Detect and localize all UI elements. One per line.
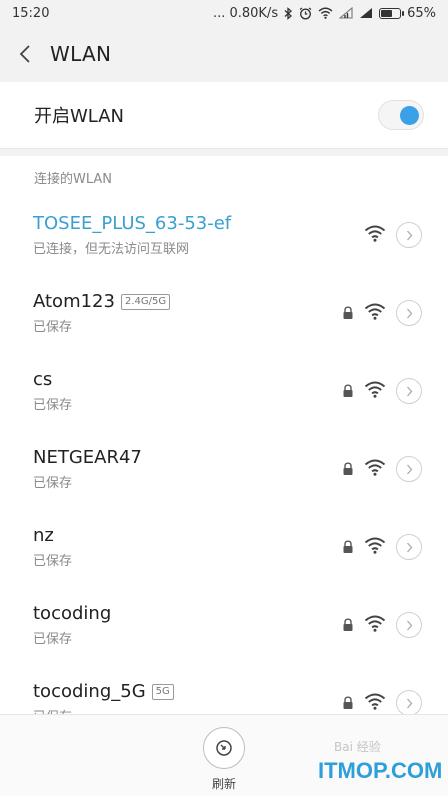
page-title: WLAN xyxy=(50,42,112,66)
wlan-toggle-switch[interactable] xyxy=(378,100,424,130)
lock-icon xyxy=(342,384,354,398)
status-icons: ... 0.80K/s 65% xyxy=(213,6,436,21)
wifi-signal-icon xyxy=(364,537,386,558)
chevron-left-icon xyxy=(19,45,30,63)
network-name: tocoding_5G xyxy=(33,681,146,702)
network-texts: nz 已保存 xyxy=(33,525,342,569)
network-item-0[interactable]: TOSEE_PLUS_63-53-ef 已连接，但无法访问互联网 xyxy=(0,196,448,274)
network-name-row: nz xyxy=(33,525,342,546)
network-details-button[interactable] xyxy=(396,612,422,638)
network-icons xyxy=(342,690,422,716)
network-texts: NETGEAR47 已保存 xyxy=(33,447,342,491)
refresh-button[interactable]: 刷新 xyxy=(201,727,247,792)
back-button[interactable] xyxy=(0,26,50,82)
network-texts: Atom123 2.4G/5G 已保存 xyxy=(33,291,342,335)
lock-icon xyxy=(342,540,354,554)
chevron-right-icon xyxy=(406,698,412,708)
network-name-row: tocoding_5G 5G xyxy=(33,681,342,702)
network-item-1[interactable]: Atom123 2.4G/5G 已保存 xyxy=(0,274,448,352)
network-details-button[interactable] xyxy=(396,534,422,560)
status-time: 15:20 xyxy=(12,5,50,21)
network-name: nz xyxy=(33,525,54,546)
chevron-right-icon xyxy=(406,308,412,318)
network-icons xyxy=(342,612,422,638)
band-badge: 5G xyxy=(151,683,174,700)
network-texts: tocoding 已保存 xyxy=(33,603,342,647)
chevron-right-icon xyxy=(406,542,412,552)
alarm-icon xyxy=(299,7,312,20)
signal-icon-sim1 xyxy=(339,7,353,19)
network-status: 已保存 xyxy=(33,554,73,569)
network-item-3[interactable]: NETGEAR47 已保存 xyxy=(0,430,448,508)
network-status: 已保存 xyxy=(33,632,73,647)
network-name-row: TOSEE_PLUS_63-53-ef xyxy=(33,213,364,234)
wifi-signal-icon xyxy=(364,693,386,714)
lock-icon xyxy=(342,696,354,710)
switch-knob xyxy=(400,106,419,125)
network-icons xyxy=(342,300,422,326)
network-speed: ... 0.80K/s xyxy=(212,5,279,21)
lock-icon xyxy=(342,306,354,320)
network-details-button[interactable] xyxy=(396,456,422,482)
network-details-button[interactable] xyxy=(396,222,422,248)
wifi-signal-icon xyxy=(364,225,386,246)
network-icons xyxy=(364,222,422,248)
wifi-signal-icon xyxy=(364,615,386,636)
chevron-right-icon xyxy=(406,230,412,240)
wlan-toggle-row[interactable]: 开启WLAN xyxy=(0,82,448,148)
network-details-button[interactable] xyxy=(396,378,422,404)
network-item-5[interactable]: tocoding 已保存 xyxy=(0,586,448,664)
battery-percent: 65% xyxy=(407,5,436,21)
network-name-row: cs xyxy=(33,369,342,390)
battery-fill xyxy=(381,9,393,17)
wifi-status-icon xyxy=(318,7,333,19)
band-badge: 2.4G/5G xyxy=(120,293,171,310)
network-name-row: Atom123 2.4G/5G xyxy=(33,291,342,312)
network-item-4[interactable]: nz 已保存 xyxy=(0,508,448,586)
section-title: 连接的WLAN xyxy=(34,172,113,187)
refresh-label: 刷新 xyxy=(211,777,236,791)
network-name: Atom123 xyxy=(33,291,115,312)
baidu-watermark: Bai 经验 xyxy=(334,740,381,754)
lock-icon xyxy=(342,462,354,476)
network-item-2[interactable]: cs 已保存 xyxy=(0,352,448,430)
network-texts: cs 已保存 xyxy=(33,369,342,413)
bluetooth-icon xyxy=(284,6,293,20)
network-list: TOSEE_PLUS_63-53-ef 已连接，但无法访问互联网 Atom123 xyxy=(0,196,448,742)
battery-icon xyxy=(379,7,405,19)
network-details-button[interactable] xyxy=(396,690,422,716)
network-name: NETGEAR47 xyxy=(33,447,142,468)
network-name-row: NETGEAR47 xyxy=(33,447,342,468)
wifi-signal-icon xyxy=(364,459,386,480)
network-name: cs xyxy=(33,369,53,390)
refresh-icon xyxy=(203,727,245,769)
status-bar: 15:20 ... 0.80K/s 65% xyxy=(0,0,448,26)
network-status: 已保存 xyxy=(33,476,73,491)
network-details-button[interactable] xyxy=(396,300,422,326)
wifi-signal-icon xyxy=(364,303,386,324)
network-name: TOSEE_PLUS_63-53-ef xyxy=(33,213,232,234)
network-icons xyxy=(342,534,422,560)
wlan-toggle-label: 开启WLAN xyxy=(34,106,125,127)
wifi-signal-icon xyxy=(364,381,386,402)
app-header: WLAN xyxy=(0,26,448,82)
network-status: 已保存 xyxy=(33,320,73,335)
network-icons xyxy=(342,456,422,482)
network-name: tocoding xyxy=(33,603,112,624)
network-status: 已保存 xyxy=(33,398,73,413)
site-watermark: ITMOP.COM xyxy=(318,758,443,783)
network-status: 已连接，但无法访问互联网 xyxy=(33,242,190,257)
network-texts: TOSEE_PLUS_63-53-ef 已连接，但无法访问互联网 xyxy=(33,213,364,257)
signal-icon-sim2 xyxy=(359,7,373,19)
chevron-right-icon xyxy=(406,620,412,630)
network-icons xyxy=(342,378,422,404)
chevron-right-icon xyxy=(406,386,412,396)
chevron-right-icon xyxy=(406,464,412,474)
section-divider xyxy=(0,148,448,156)
lock-icon xyxy=(342,618,354,632)
network-name-row: tocoding xyxy=(33,603,342,624)
